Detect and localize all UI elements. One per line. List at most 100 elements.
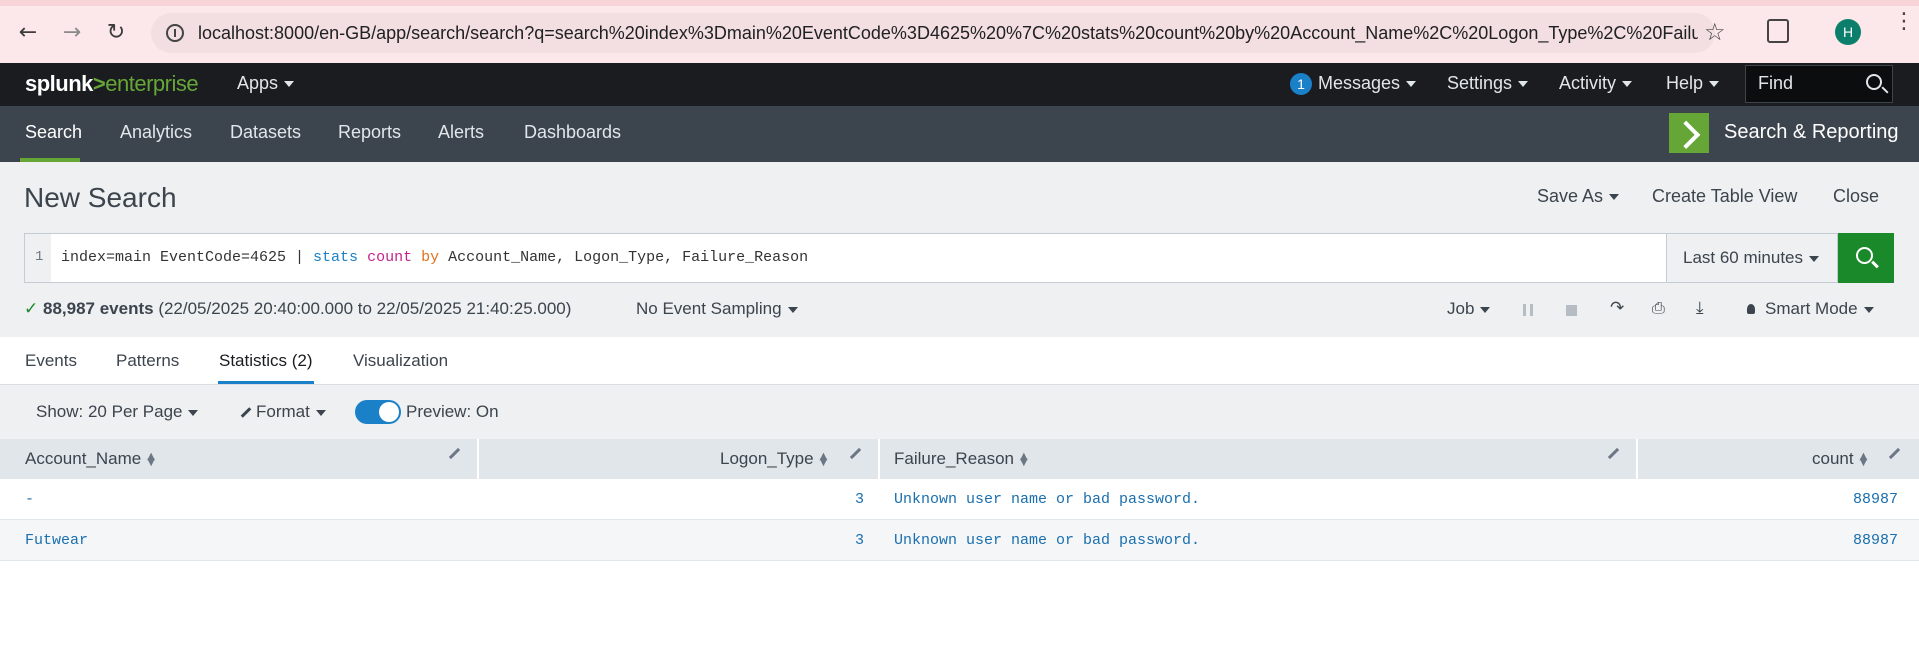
browser-menu-icon[interactable]: ⋮ (1893, 11, 1915, 33)
column-header-logon-type[interactable]: Logon_Type ▲ ▼ (720, 439, 827, 479)
tab-datasets[interactable]: Datasets (230, 122, 301, 143)
sort-icon[interactable]: ▲ ▼ (1020, 451, 1028, 467)
forward-arrow-icon[interactable]: → (54, 14, 90, 50)
splunk-logo[interactable]: splunk>enterprise (25, 71, 199, 97)
table-controls: Show: 20 Per Page Format Preview: On (0, 385, 1919, 439)
extensions-icon[interactable] (1767, 19, 1789, 43)
activity-label: Activity (1559, 73, 1617, 93)
run-search-button[interactable] (1838, 233, 1894, 283)
stop-icon[interactable] (1566, 305, 1577, 316)
sort-icon[interactable]: ▲ ▼ (820, 451, 828, 467)
chevron-down-icon (1518, 81, 1529, 88)
event-sampling-dropdown[interactable]: No Event Sampling (636, 299, 798, 319)
job-label: Job (1447, 299, 1475, 318)
query-text[interactable]: index=main EventCode=4625 | stats count … (61, 249, 808, 266)
address-bar[interactable]: localhost:8000/en-GB/app/search/search?q… (151, 13, 1715, 53)
cell-count[interactable]: 88987 (1853, 491, 1898, 508)
print-icon[interactable]: ⎙ (1652, 298, 1665, 318)
check-icon: ✓ (24, 299, 39, 318)
column-header-count[interactable]: count ▲ ▼ (1812, 439, 1867, 479)
chevron-down-icon (787, 306, 798, 313)
create-table-view-button[interactable]: Create Table View (1652, 186, 1797, 207)
export-icon[interactable]: ⤓ (1696, 298, 1704, 318)
tab-events[interactable]: Events (25, 351, 77, 371)
cell-account-name[interactable]: Futwear (25, 532, 88, 549)
search-status: ✓ 88,987 events (22/05/2025 20:40:00.000… (24, 299, 571, 319)
chevron-down-icon (1863, 306, 1874, 313)
url-text[interactable]: localhost:8000/en-GB/app/search/search?q… (198, 23, 1698, 44)
save-as-button[interactable]: Save As (1537, 186, 1620, 207)
search-mode-dropdown[interactable]: Smart Mode (1747, 299, 1874, 319)
tab-analytics[interactable]: Analytics (120, 122, 192, 143)
profile-avatar[interactable]: H (1835, 19, 1861, 45)
share-icon[interactable]: ↷ (1610, 298, 1624, 318)
messages-menu[interactable]: 1 Messages (1290, 73, 1417, 95)
line-number: 1 (25, 234, 51, 282)
reload-icon[interactable]: ↻ (98, 14, 134, 50)
edit-column-icon[interactable] (448, 447, 461, 460)
cell-failure-reason[interactable]: Unknown user name or bad password. (894, 532, 1200, 549)
apps-menu[interactable]: Apps (237, 73, 295, 94)
search-query-input[interactable]: 1 index=main EventCode=4625 | stats coun… (24, 233, 1667, 283)
close-button[interactable]: Close (1833, 186, 1879, 207)
chevron-down-icon (1809, 255, 1820, 262)
chevron-down-icon (284, 81, 295, 88)
help-menu[interactable]: Help (1666, 73, 1720, 94)
tab-dashboards[interactable]: Dashboards (524, 122, 621, 143)
app-logo-icon[interactable] (1669, 113, 1709, 153)
settings-label: Settings (1447, 73, 1513, 93)
tab-reports[interactable]: Reports (338, 122, 401, 143)
query-command: stats (313, 249, 359, 266)
tab-alerts[interactable]: Alerts (438, 122, 484, 143)
preview-toggle[interactable] (355, 400, 401, 424)
tab-statistics[interactable]: Statistics (2) (219, 351, 313, 371)
cell-count[interactable]: 88987 (1853, 532, 1898, 549)
pencil-icon (240, 407, 252, 418)
lightbulb-icon (1747, 304, 1755, 314)
tab-visualization[interactable]: Visualization (353, 351, 448, 371)
messages-count-badge: 1 (1290, 73, 1312, 95)
search-icon[interactable] (1866, 74, 1882, 90)
tab-search[interactable]: Search (25, 122, 82, 143)
table-row: Futwear 3 Unknown user name or bad passw… (0, 520, 1919, 561)
search-panel: New Search Save As Create Table View Clo… (0, 162, 1919, 337)
column-label: count (1812, 449, 1854, 468)
column-header-account-name[interactable]: Account_Name ▲ ▼ (25, 439, 155, 479)
query-keyword: by (412, 249, 440, 266)
format-dropdown[interactable]: Format (240, 402, 326, 422)
cell-logon-type[interactable]: 3 (855, 532, 864, 549)
back-arrow-icon[interactable]: ← (10, 14, 46, 50)
page-size-dropdown[interactable]: Show: 20 Per Page (36, 402, 199, 422)
find-placeholder: Find (1758, 73, 1794, 93)
time-range-picker[interactable]: Last 60 minutes (1667, 233, 1838, 283)
cell-failure-reason[interactable]: Unknown user name or bad password. (894, 491, 1200, 508)
app-name[interactable]: Search & Reporting (1724, 121, 1899, 144)
pause-icon[interactable] (1523, 304, 1533, 316)
column-header-failure-reason[interactable]: Failure_Reason ▲ ▼ (894, 439, 1028, 479)
event-count: 88,987 events (42, 299, 154, 318)
sort-icon[interactable]: ▲ ▼ (147, 451, 155, 467)
search-icon (1856, 247, 1873, 264)
edit-column-icon[interactable] (1607, 447, 1620, 460)
column-divider (477, 439, 479, 479)
result-tabs: Events Patterns Statistics (2) Visualiza… (0, 337, 1919, 385)
edit-column-icon[interactable] (1888, 447, 1901, 460)
cell-logon-type[interactable]: 3 (855, 491, 864, 508)
site-info-icon[interactable] (166, 24, 184, 42)
sampling-label: No Event Sampling (636, 299, 782, 318)
bookmark-star-icon[interactable]: ☆ (1704, 18, 1726, 46)
find-input[interactable]: Find (1745, 65, 1893, 103)
cell-account-name[interactable]: - (25, 491, 34, 508)
time-span: (22/05/2025 20:40:00.000 to 22/05/2025 2… (158, 299, 572, 318)
chevron-down-icon (1709, 81, 1720, 88)
settings-menu[interactable]: Settings (1447, 73, 1529, 94)
tab-patterns[interactable]: Patterns (116, 351, 179, 371)
apps-label: Apps (237, 73, 279, 93)
activity-menu[interactable]: Activity (1559, 73, 1633, 94)
preview-label: Preview: On (406, 402, 499, 421)
job-menu[interactable]: Job (1447, 299, 1491, 319)
logo-gt-text: > (92, 71, 106, 96)
sort-icon[interactable]: ▲ ▼ (1860, 451, 1868, 467)
edit-column-icon[interactable] (849, 447, 862, 460)
browser-toolbar: ← → ↻ localhost:8000/en-GB/app/search/se… (0, 0, 1919, 63)
